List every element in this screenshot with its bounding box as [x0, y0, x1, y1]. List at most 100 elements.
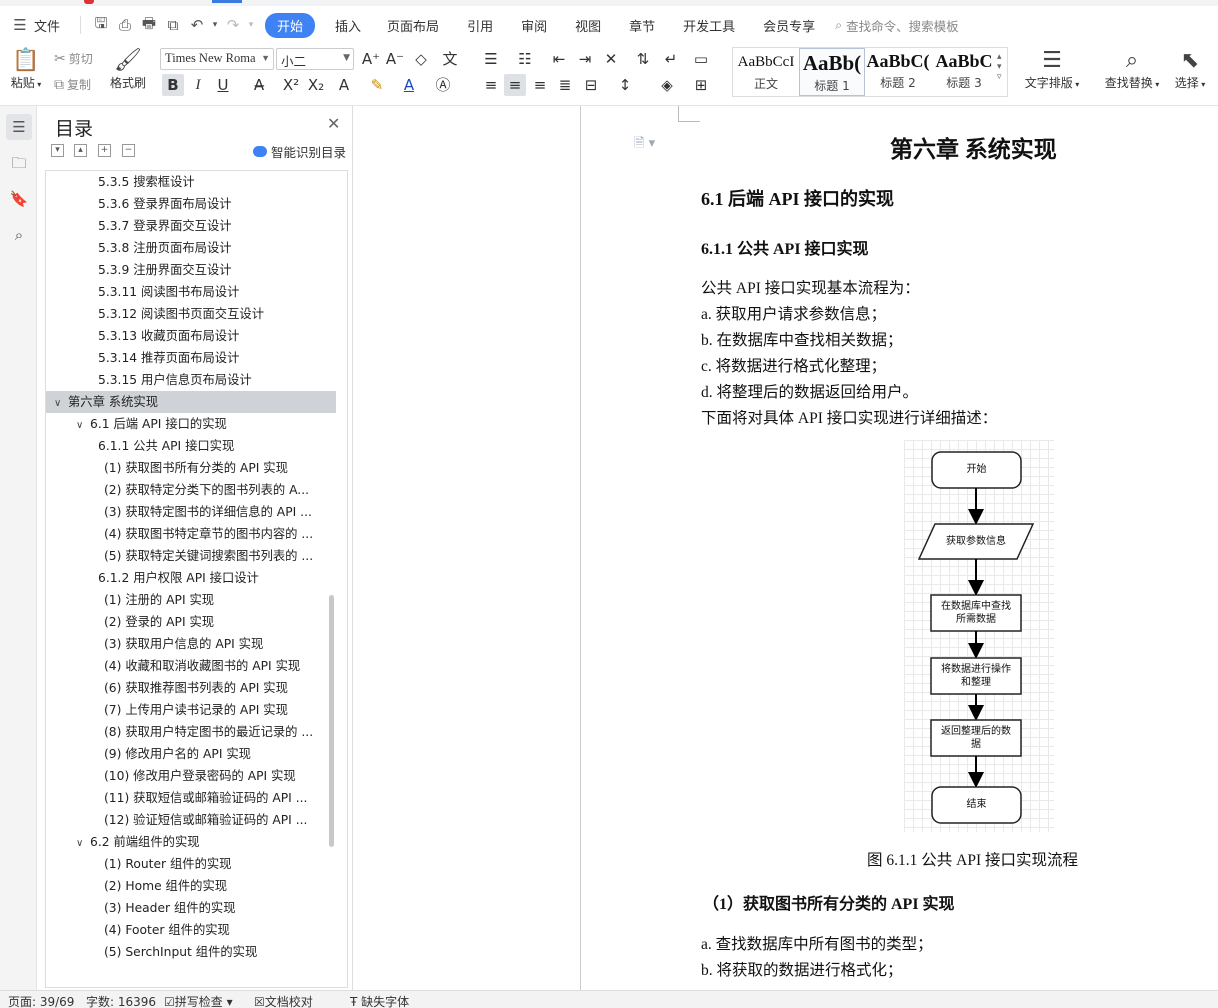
toc-item[interactable]: 5.3.11 阅读图书布局设计 — [46, 281, 336, 303]
grow-font-icon[interactable]: A⁺ — [360, 48, 382, 70]
toc-item[interactable]: 5.3.13 收藏页面布局设计 — [46, 325, 336, 347]
search-icon[interactable]: ⌕ — [6, 222, 32, 248]
toc-item[interactable]: 5.3.7 登录界面交互设计 — [46, 215, 336, 237]
tab-view[interactable]: 视图 — [561, 16, 615, 35]
borders-icon[interactable]: ⊞ — [690, 74, 712, 96]
toc-item[interactable]: 6.1.2 用户权限 API 接口设计 — [46, 567, 336, 589]
bookmark-icon[interactable]: 🔖 — [6, 186, 32, 212]
expand-all-icon[interactable]: ▴ — [74, 144, 87, 157]
text-effect-icon[interactable]: A — [333, 74, 355, 96]
tab-review[interactable]: 审阅 — [507, 16, 561, 35]
spell-check-toggle[interactable]: ☑拼写检查 ▾ — [164, 993, 233, 1008]
superscript-icon[interactable]: X² — [280, 74, 302, 96]
tab-member[interactable]: 会员专享 — [749, 16, 829, 35]
align-left-icon[interactable]: ≡ — [480, 74, 502, 96]
tab-home[interactable]: 开始 — [265, 12, 316, 38]
toc-item[interactable]: (1) Router 组件的实现 — [46, 853, 336, 875]
justify-icon[interactable]: ≣ — [554, 74, 576, 96]
toc-item[interactable]: 5.3.5 搜索框设计 — [46, 171, 336, 193]
proofread-button[interactable]: ☒文档校对 — [254, 993, 313, 1008]
tab-references[interactable]: 引用 — [453, 16, 507, 35]
chevron-down-icon[interactable]: ∨ — [54, 393, 68, 413]
find-replace-button[interactable]: ⌕ 查找替换 ▾ — [1100, 48, 1164, 91]
toc-item[interactable]: (3) 获取特定图书的详细信息的 API ... — [46, 501, 336, 523]
sort-icon[interactable]: ⇅ — [632, 48, 654, 70]
strikethrough-icon[interactable]: A̶ — [248, 74, 270, 96]
increase-indent-icon[interactable]: ⇥ — [574, 48, 596, 70]
style-heading-2[interactable]: AaBbC( 标题 2 — [865, 48, 931, 96]
toc-item[interactable]: 5.3.8 注册页面布局设计 — [46, 237, 336, 259]
toc-scrollbar[interactable] — [329, 595, 334, 847]
toc-item[interactable]: (4) 获取图书特定章节的图书内容的 ... — [46, 523, 336, 545]
hamburger-icon[interactable]: ☰ — [8, 16, 32, 34]
redo-dropdown-icon[interactable]: ▾ — [245, 20, 257, 30]
collapse-all-icon[interactable]: ▾ — [51, 144, 64, 157]
phonetic-guide-icon[interactable]: 文 — [436, 48, 464, 70]
save-icon[interactable]: 🖫 — [89, 13, 113, 38]
toc-item[interactable]: ∨ 6.2 前端组件的实现 — [46, 831, 336, 853]
close-icon[interactable]: ✕ — [327, 114, 340, 133]
toc-item[interactable]: (5) 获取特定关键词搜索图书列表的 ... — [46, 545, 336, 567]
align-right-icon[interactable]: ≡ — [529, 74, 551, 96]
toc-item[interactable]: (7) 上传用户读书记录的 API 实现 — [46, 699, 336, 721]
cut-button[interactable]: ✂ 剪切 — [54, 50, 93, 67]
tab-chapter[interactable]: 章节 — [615, 16, 669, 35]
toc-item[interactable]: 5.3.9 注册界面交互设计 — [46, 259, 336, 281]
clear-format-icon[interactable]: ◇ — [410, 48, 432, 70]
format-painter-button[interactable]: 🖌 格式刷 — [106, 48, 150, 91]
shrink-font-icon[interactable]: A⁻ — [384, 48, 406, 70]
bold-icon[interactable]: B — [162, 74, 184, 96]
toc-item[interactable]: 5.3.6 登录界面布局设计 — [46, 193, 336, 215]
subscript-icon[interactable]: X₂ — [305, 74, 327, 96]
command-search[interactable]: ⌕ 查找命令、搜索模板 — [835, 16, 959, 35]
toc-item[interactable]: (12) 验证短信或邮箱验证码的 API ... — [46, 809, 336, 831]
missing-font-button[interactable]: Ŧ 缺失字体 — [350, 993, 409, 1008]
toc-item[interactable]: (6) 获取推荐图书列表的 API 实现 — [46, 677, 336, 699]
numbered-list-icon[interactable]: ☷ — [514, 48, 536, 70]
word-count[interactable]: 字数: 16396 — [86, 993, 156, 1008]
decrease-indent-icon[interactable]: ⇤ — [548, 48, 570, 70]
toc-item[interactable]: 5.3.15 用户信息页布局设计 — [46, 369, 336, 391]
print-preview-icon[interactable]: ⧉ — [161, 16, 185, 34]
add-heading-icon[interactable]: + — [98, 144, 111, 157]
highlight-icon[interactable]: ✎ — [366, 74, 388, 96]
char-border-icon[interactable]: Ⓐ — [432, 74, 454, 96]
gallery-scroll-icon[interactable]: ▴ ▾ ▿ — [997, 52, 1002, 82]
toc-item[interactable]: (4) Footer 组件的实现 — [46, 919, 336, 941]
toc-item[interactable]: (4) 收藏和取消收藏图书的 API 实现 — [46, 655, 336, 677]
toc-item[interactable]: (2) 获取特定分类下的图书列表的 A... — [46, 479, 336, 501]
toc-item[interactable]: (8) 获取用户特定图书的最近记录的 ... — [46, 721, 336, 743]
chevron-down-icon[interactable]: ∨ — [76, 415, 90, 435]
chapter-nav-icon[interactable]: 🗀 — [6, 150, 32, 176]
toc-item[interactable]: (2) 登录的 API 实现 — [46, 611, 336, 633]
undo-icon[interactable]: ↶ — [185, 16, 209, 34]
style-normal[interactable]: AaBbCcI 正文 — [733, 48, 799, 96]
text-layout-button[interactable]: ☰ 文字排版 ▾ — [1020, 48, 1084, 91]
toc-item[interactable]: ∨ 6.1 后端 API 接口的实现 — [46, 413, 336, 435]
toc-item[interactable]: 5.3.14 推荐页面布局设计 — [46, 347, 336, 369]
toc-item[interactable]: (5) SerchInput 组件的实现 — [46, 941, 336, 963]
line-spacing-icon[interactable]: ↕ — [614, 74, 636, 96]
font-color-icon[interactable]: A — [398, 74, 420, 96]
align-center-icon[interactable]: ≡ — [504, 74, 526, 96]
paste-button[interactable]: 📋 粘贴 ▾ — [6, 48, 46, 91]
tab-developer[interactable]: 开发工具 — [669, 16, 749, 35]
toc-item[interactable]: (1) 获取图书所有分类的 API 实现 — [46, 457, 336, 479]
toc-item[interactable]: 6.1.1 公共 API 接口实现 — [46, 435, 336, 457]
toc-item[interactable]: (10) 修改用户登录密码的 API 实现 — [46, 765, 336, 787]
font-size-select[interactable]: 小二 ▼ — [276, 48, 354, 70]
redo-icon[interactable]: ↷ — [221, 16, 245, 34]
export-pdf-icon[interactable]: ⎙ — [113, 16, 137, 34]
file-menu[interactable]: 文件 — [32, 16, 72, 35]
tab-insert[interactable]: 插入 — [323, 16, 373, 35]
copy-button[interactable]: ⧉ 复制 — [54, 76, 91, 93]
toc-item[interactable]: ∨ 第六章 系统实现 — [46, 391, 336, 413]
toc-item[interactable]: (9) 修改用户名的 API 实现 — [46, 743, 336, 765]
undo-dropdown-icon[interactable]: ▾ — [209, 20, 221, 30]
underline-icon[interactable]: U — [212, 74, 234, 96]
shading-icon[interactable]: ◈ — [656, 74, 678, 96]
toc-item[interactable]: (2) Home 组件的实现 — [46, 875, 336, 897]
italic-icon[interactable]: I — [187, 74, 209, 96]
chinese-layout-icon[interactable]: ✕ — [600, 48, 622, 70]
bullet-list-icon[interactable]: ☰ — [480, 48, 502, 70]
